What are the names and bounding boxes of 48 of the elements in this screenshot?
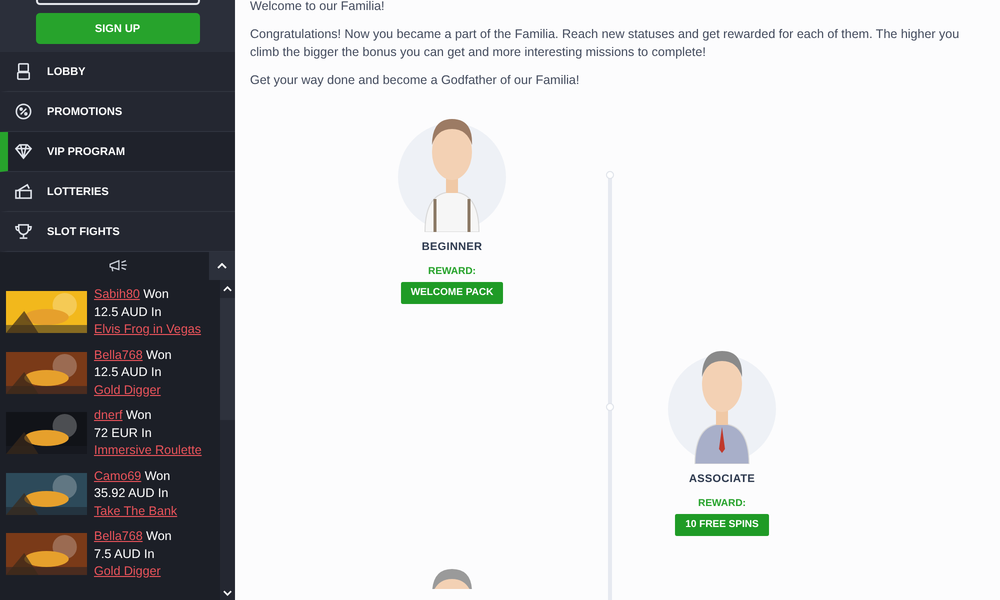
username-link[interactable]: Camo69 bbox=[94, 468, 142, 482]
username-link[interactable]: Bella768 bbox=[94, 348, 143, 362]
paragraph: Congratulations! Now you became a part of the Familia. Reach new statuses and get rewarded for each of them. The higher you climb the bigger the bonus you can get and more interesting missions to complete! bbox=[250, 26, 960, 61]
megaphone-icon bbox=[106, 259, 128, 273]
scroll-down-icon[interactable] bbox=[223, 590, 232, 596]
nav-item[interactable]: LOTTERIES bbox=[0, 172, 235, 212]
chevron-up-icon[interactable] bbox=[217, 263, 227, 269]
nav-item[interactable]: SLOT FIGHTS bbox=[0, 212, 235, 252]
reward-label: REWARD: bbox=[428, 265, 476, 279]
game-link[interactable]: Immersive Roulette bbox=[94, 442, 202, 460]
paragraph: Get your way done and become a Godfather of our Familia! bbox=[250, 72, 580, 89]
won-text: Won bbox=[144, 468, 170, 482]
username-link[interactable]: Sabih80 bbox=[94, 287, 140, 301]
scroll-up-icon[interactable] bbox=[223, 286, 232, 292]
win-amount: 35.92 AUD In bbox=[94, 485, 170, 502]
nav-item[interactable]: LOBBY bbox=[0, 52, 235, 92]
scrollbar[interactable] bbox=[220, 280, 235, 600]
game-link[interactable]: Gold Digger bbox=[94, 563, 172, 580]
tier-name: ASSOCIATE bbox=[688, 472, 756, 487]
timeline-node bbox=[606, 403, 614, 411]
percent-badge-icon bbox=[14, 102, 33, 121]
trophy-icon bbox=[14, 222, 33, 241]
username-link[interactable]: Bella768 bbox=[94, 529, 143, 543]
game-link[interactable]: Elvis Frog in Vegas bbox=[94, 321, 201, 338]
won-text: Won bbox=[143, 287, 169, 301]
game-link[interactable]: Take The Bank bbox=[94, 502, 178, 520]
reward-label: REWARD: bbox=[698, 497, 746, 511]
reward-badge: WELCOME PACK bbox=[400, 282, 504, 304]
timeline-node bbox=[606, 171, 614, 179]
nav-item[interactable]: PROMOTIONS bbox=[0, 92, 235, 132]
collapse-button[interactable] bbox=[209, 252, 235, 280]
slot-machine-icon bbox=[14, 62, 33, 81]
win-amount: 12.5 AUD In bbox=[94, 364, 162, 381]
won-text: Won bbox=[146, 348, 172, 362]
tier-name: BEGINNER bbox=[422, 240, 482, 255]
won-text: Won bbox=[146, 529, 172, 543]
won-text: Won bbox=[126, 408, 152, 422]
reward-badge: 10 FREE SPINS bbox=[675, 514, 769, 536]
diamond-icon bbox=[14, 142, 33, 161]
nav-item[interactable]: VIP PROGRAM bbox=[0, 132, 235, 172]
win-amount: 7.5 AUD In bbox=[94, 546, 156, 562]
sign-up-button[interactable]: SIGN UP bbox=[36, 13, 200, 44]
win-amount: 72 EUR In bbox=[94, 424, 153, 442]
win-amount: 12.5 AUD In bbox=[94, 304, 162, 320]
paragraph: Welcome to our Familia! bbox=[250, 0, 386, 15]
username-link[interactable]: dnerf bbox=[94, 408, 122, 422]
ticket-icon bbox=[14, 182, 33, 201]
game-link[interactable]: Gold Digger bbox=[94, 382, 172, 399]
